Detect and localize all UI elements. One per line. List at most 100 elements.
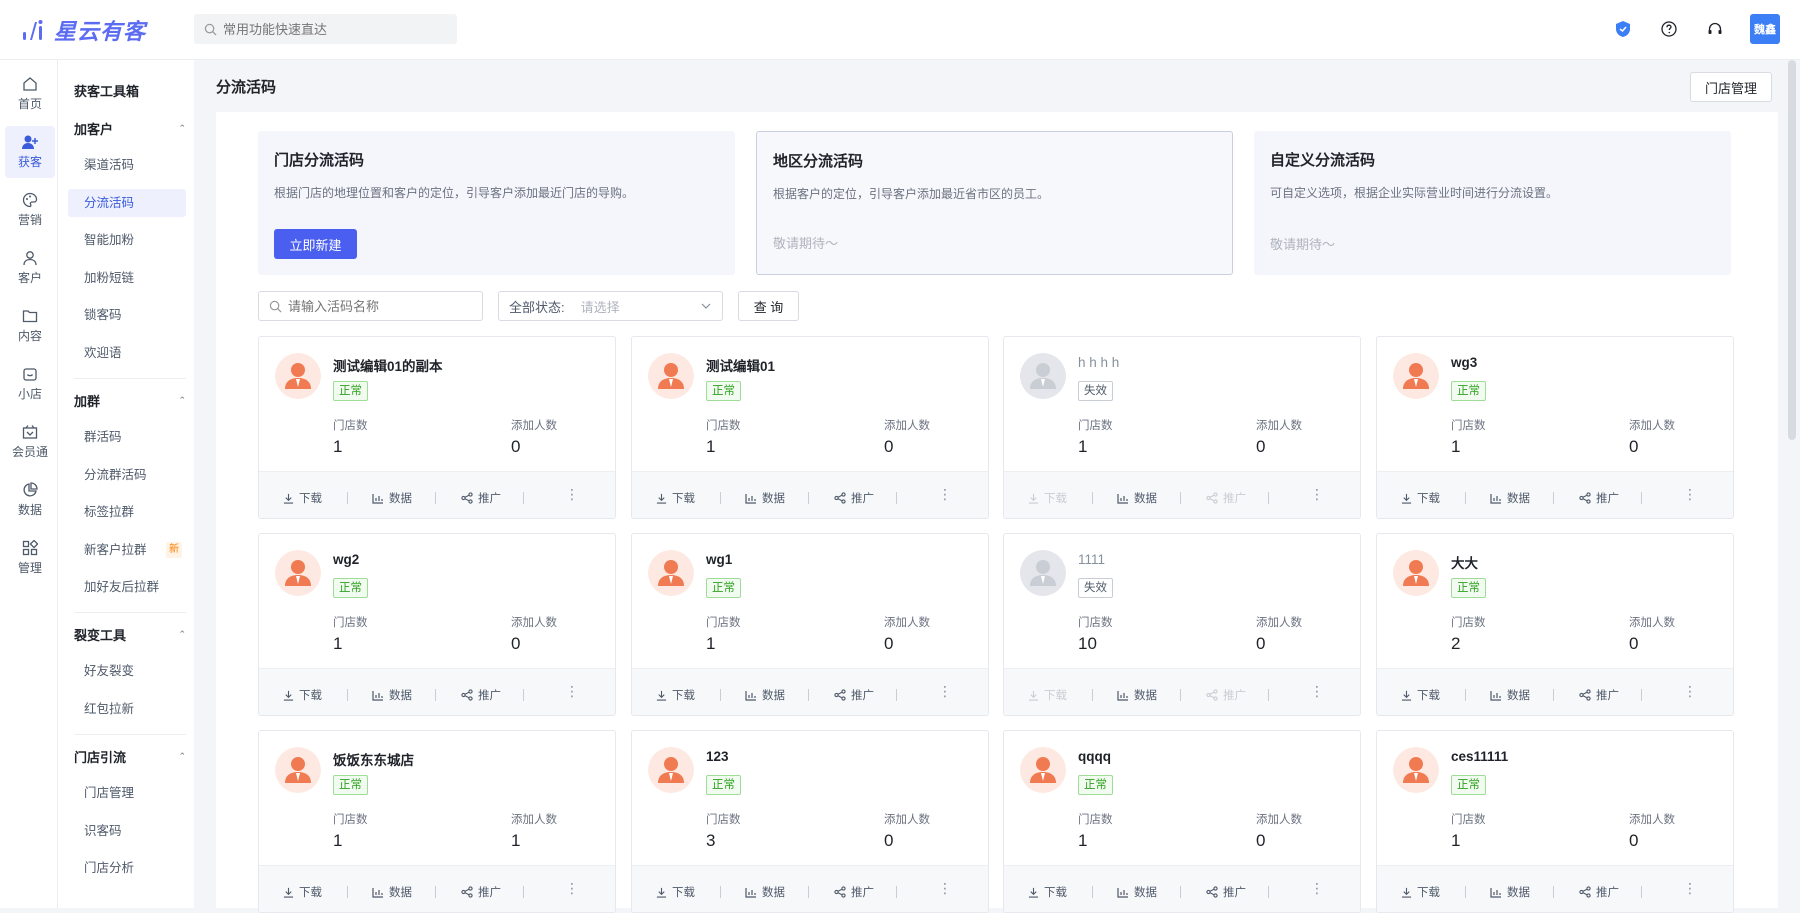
subnav-item-store-analysis[interactable]: 门店分析 [68, 854, 186, 882]
shield-badge-icon[interactable] [1612, 18, 1634, 40]
code-card[interactable]: 大大 正常 门店数 添加人数 2 0 下载 数据 推广 ⋮ [1376, 533, 1734, 716]
more-icon[interactable]: ⋮ [1683, 683, 1697, 700]
data-button[interactable]: 数据 [1117, 687, 1157, 703]
subnav-item-group-code[interactable]: 群活码 [68, 423, 186, 451]
query-button[interactable]: 查 询 [738, 291, 799, 321]
download-button[interactable]: 下载 [1028, 884, 1067, 900]
data-button[interactable]: 数据 [1117, 490, 1157, 506]
download-button[interactable]: 下载 [1401, 687, 1440, 703]
store-manage-button[interactable]: 门店管理 [1690, 72, 1772, 102]
data-button[interactable]: 数据 [745, 687, 785, 703]
subnav-item-diversion-code[interactable]: 分流活码 [68, 189, 186, 217]
help-icon[interactable] [1658, 18, 1680, 40]
more-icon[interactable]: ⋮ [1683, 486, 1697, 503]
promote-button[interactable]: 推广 [1579, 490, 1619, 506]
more-icon[interactable]: ⋮ [565, 880, 579, 897]
subnav-item-welcome[interactable]: 欢迎语 [68, 339, 186, 367]
code-card[interactable]: 饭饭东东城店 正常 门店数 添加人数 1 1 下载 数据 推广 ⋮ [258, 730, 616, 913]
data-button[interactable]: 数据 [745, 884, 785, 900]
more-icon[interactable]: ⋮ [565, 486, 579, 503]
rail-item-content[interactable]: 内容 [5, 300, 55, 352]
rail-item-admin[interactable]: 管理 [5, 532, 55, 584]
code-card[interactable]: wg1 正常 门店数 添加人数 1 0 下载 数据 推广 ⋮ [631, 533, 989, 716]
more-icon[interactable]: ⋮ [1310, 880, 1324, 897]
download-button[interactable]: 下载 [1028, 490, 1067, 506]
rail-item-home[interactable]: 首页 [5, 68, 55, 120]
subnav-item-tag-group[interactable]: 标签拉群 [68, 498, 186, 526]
data-button[interactable]: 数据 [1490, 884, 1530, 900]
promote-button[interactable]: 推广 [461, 687, 501, 703]
subnav-item-store-manage[interactable]: 门店管理 [68, 779, 186, 807]
rail-item-shop[interactable]: 小店 [5, 358, 55, 410]
download-button[interactable]: 下载 [1401, 490, 1440, 506]
more-icon[interactable]: ⋮ [938, 683, 952, 700]
rail-item-marketing[interactable]: 营销 [5, 184, 55, 236]
promote-button[interactable]: 推广 [461, 490, 501, 506]
subnav-item-channel-code[interactable]: 渠道活码 [68, 151, 186, 179]
status-select[interactable]: 全部状态: 请选择 [498, 291, 723, 321]
download-button[interactable]: 下载 [283, 884, 322, 900]
rail-item-acquire[interactable]: 获客 [5, 126, 55, 178]
download-button[interactable]: 下载 [283, 490, 322, 506]
type-card-custom[interactable]: 自定义分流活码 可自定义选项，根据企业实际营业时间进行分流设置。 敬请期待～ [1254, 131, 1731, 275]
code-card[interactable]: 测试编辑01 正常 门店数 添加人数 1 0 下载 数据 推广 ⋮ [631, 336, 989, 519]
subnav-group-store[interactable]: 门店引流 ⌃ [74, 747, 186, 766]
data-button[interactable]: 数据 [1490, 687, 1530, 703]
data-button[interactable]: 数据 [372, 490, 412, 506]
download-button[interactable]: 下载 [656, 884, 695, 900]
headset-icon[interactable] [1704, 18, 1726, 40]
code-name-search[interactable] [258, 291, 483, 321]
subnav-item-recognize-code[interactable]: 识客码 [68, 817, 186, 845]
subnav-item-smart-fans[interactable]: 智能加粉 [68, 226, 186, 254]
create-now-button[interactable]: 立即新建 [274, 229, 357, 259]
data-button[interactable]: 数据 [372, 687, 412, 703]
subnav-item-friend-fission[interactable]: 好友裂变 [68, 657, 186, 685]
promote-button[interactable]: 推广 [1206, 884, 1246, 900]
promote-button[interactable]: 推广 [834, 490, 874, 506]
code-card[interactable]: ces11111 正常 门店数 添加人数 1 0 下载 数据 推广 ⋮ [1376, 730, 1734, 913]
code-card[interactable]: wg2 正常 门店数 添加人数 1 0 下载 数据 推广 ⋮ [258, 533, 616, 716]
rail-item-data[interactable]: 数据 [5, 474, 55, 526]
code-card[interactable]: h h h h 失效 门店数 添加人数 1 0 下载 数据 推广 ⋮ [1003, 336, 1361, 519]
subnav-group-add-group[interactable]: 加群 ⌃ [74, 391, 186, 410]
subnav-item-red-packet[interactable]: 红包拉新 [68, 695, 186, 723]
data-button[interactable]: 数据 [372, 884, 412, 900]
promote-button[interactable]: 推广 [1206, 490, 1246, 506]
download-button[interactable]: 下载 [656, 490, 695, 506]
more-icon[interactable]: ⋮ [1310, 486, 1324, 503]
rail-item-customer[interactable]: 客户 [5, 242, 55, 294]
rail-item-membership[interactable]: 会员通 [5, 416, 55, 468]
subnav-group-fission[interactable]: 裂变工具 ⌃ [74, 625, 186, 644]
subnav-item-diversion-group-code[interactable]: 分流群活码 [68, 461, 186, 489]
promote-button[interactable]: 推广 [834, 884, 874, 900]
data-button[interactable]: 数据 [1490, 490, 1530, 506]
more-icon[interactable]: ⋮ [565, 683, 579, 700]
promote-button[interactable]: 推广 [1579, 884, 1619, 900]
code-card[interactable]: 测试编辑01的副本 正常 门店数 添加人数 1 0 下载 数据 推广 ⋮ [258, 336, 616, 519]
more-icon[interactable]: ⋮ [938, 486, 952, 503]
data-button[interactable]: 数据 [1117, 884, 1157, 900]
download-button[interactable]: 下载 [1401, 884, 1440, 900]
code-card[interactable]: 1111 失效 门店数 添加人数 10 0 下载 数据 推广 ⋮ [1003, 533, 1361, 716]
code-card[interactable]: wg3 正常 门店数 添加人数 1 0 下载 数据 推广 ⋮ [1376, 336, 1734, 519]
code-card[interactable]: qqqq 正常 门店数 添加人数 1 0 下载 数据 推广 ⋮ [1003, 730, 1361, 913]
subnav-item-new-customer-group[interactable]: 新客户拉群新 [68, 536, 186, 564]
user-avatar[interactable]: 魏鑫 [1750, 14, 1780, 44]
app-logo[interactable]: 星云有客 [20, 14, 146, 46]
download-button[interactable]: 下载 [1028, 687, 1067, 703]
more-icon[interactable]: ⋮ [1683, 880, 1697, 897]
download-button[interactable]: 下载 [656, 687, 695, 703]
subnav-item-short-link[interactable]: 加粉短链 [68, 264, 186, 292]
code-card[interactable]: 123 正常 门店数 添加人数 3 0 下载 数据 推广 ⋮ [631, 730, 989, 913]
subnav-item-lock-code[interactable]: 锁客码 [68, 301, 186, 329]
subnav-group-add-customer[interactable]: 加客户 ⌃ [74, 119, 186, 138]
more-icon[interactable]: ⋮ [1310, 683, 1324, 700]
data-button[interactable]: 数据 [745, 490, 785, 506]
promote-button[interactable]: 推广 [461, 884, 501, 900]
scrollbar[interactable] [1788, 60, 1796, 440]
promote-button[interactable]: 推广 [834, 687, 874, 703]
subnav-item-after-friend-group[interactable]: 加好友后拉群 [68, 573, 186, 601]
global-search-input[interactable] [223, 21, 443, 37]
promote-button[interactable]: 推广 [1579, 687, 1619, 703]
global-search[interactable] [194, 14, 457, 44]
